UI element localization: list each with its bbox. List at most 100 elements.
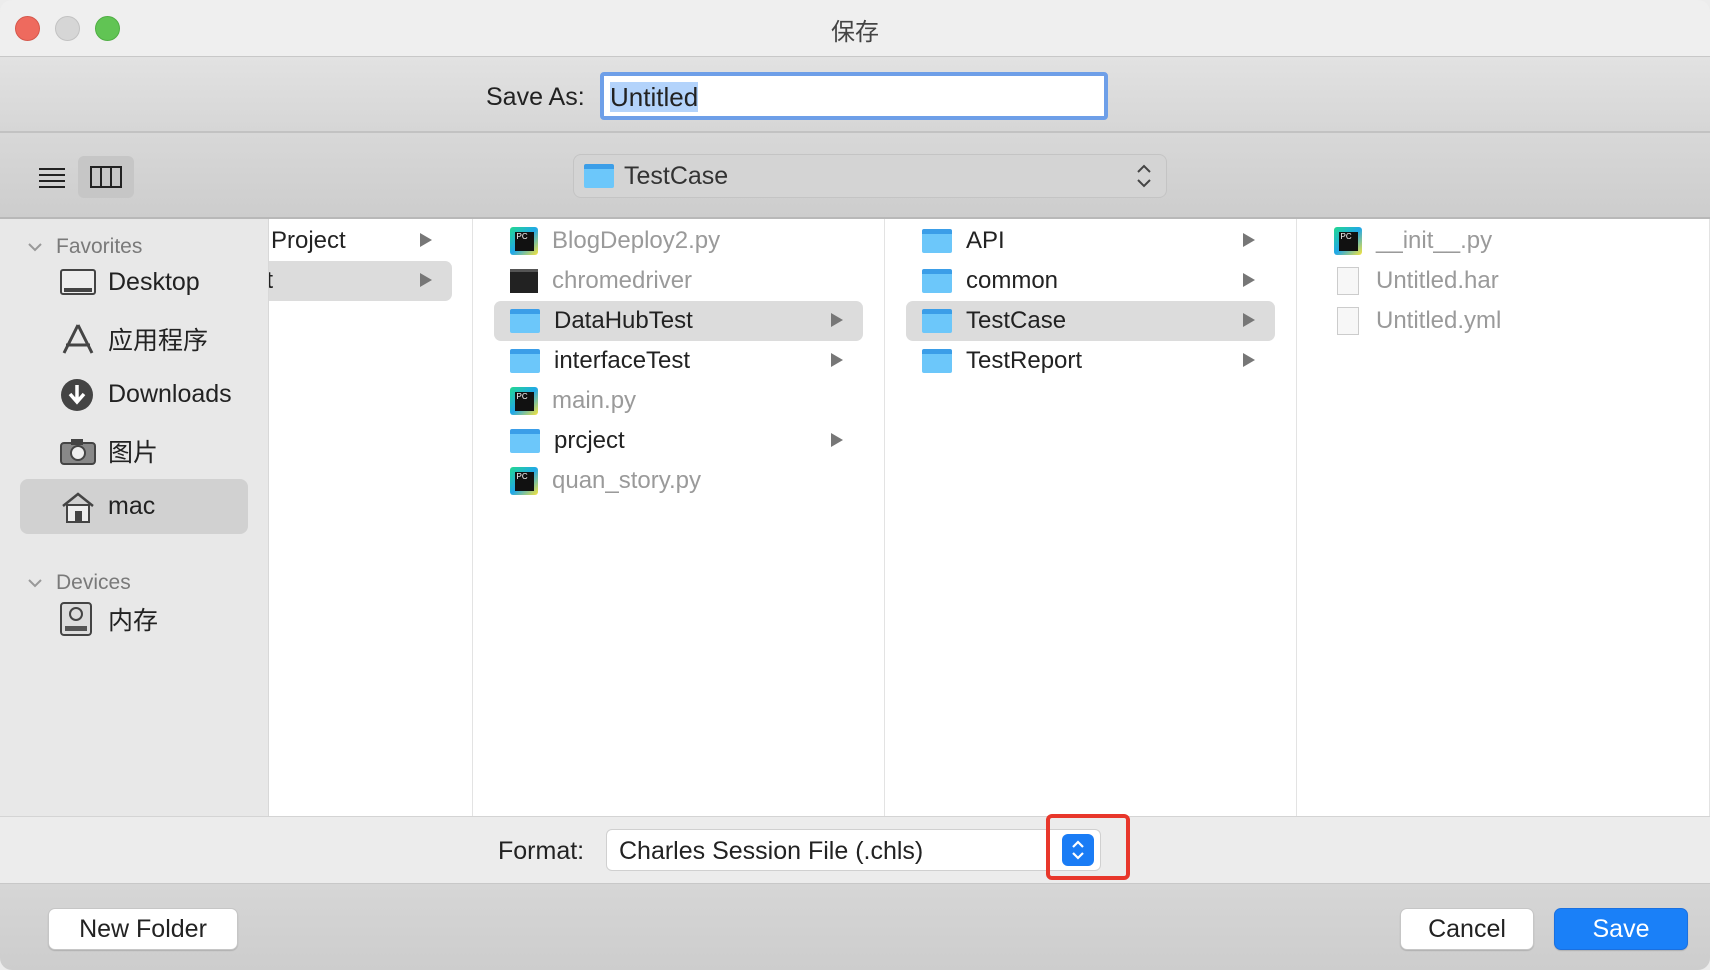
new-folder-button[interactable]: New Folder	[48, 908, 238, 950]
applications-icon	[60, 323, 100, 355]
sidebar-item-label: 图片	[108, 438, 159, 467]
file-name: main.py	[552, 387, 637, 414]
sidebar-item-label: 内存	[108, 606, 159, 635]
file-name: BlogDeploy2.py	[552, 227, 721, 254]
file-row[interactable]: PC BlogDeploy2.py	[494, 221, 863, 261]
pycharm-file-icon: PC	[510, 387, 538, 415]
window-title: 保存	[831, 19, 879, 46]
format-value: Charles Session File (.chls)	[619, 837, 924, 865]
disclosure-arrow-icon	[1243, 273, 1255, 287]
sidebar-item-4[interactable]: mac	[20, 479, 248, 534]
file-row[interactable]: ect	[269, 261, 452, 301]
sidebar-item-3[interactable]: 图片	[20, 423, 248, 478]
folder-icon	[922, 229, 952, 253]
list-view-button[interactable]	[24, 156, 80, 198]
format-select[interactable]: Charles Session File (.chls)	[606, 829, 1101, 871]
file-row[interactable]: PC quan_story.py	[494, 461, 863, 501]
desktop-icon	[60, 268, 100, 297]
list-icon	[39, 168, 65, 188]
file-name: TestReport	[966, 347, 1083, 374]
disclosure-arrow-icon	[1243, 233, 1255, 247]
file-name: Project	[271, 227, 346, 254]
cancel-button[interactable]: Cancel	[1400, 908, 1534, 950]
file-row[interactable]: Untitled.har	[1318, 261, 1688, 301]
disk-icon	[60, 601, 100, 636]
file-name: Untitled.har	[1376, 267, 1499, 294]
folder-icon	[510, 309, 540, 333]
camera-icon	[60, 437, 100, 465]
bottom-bar: New Folder Cancel Save	[0, 884, 1710, 970]
path-popup[interactable]: TestCase	[573, 154, 1167, 198]
folder-icon	[922, 349, 952, 373]
folder-icon	[922, 309, 952, 333]
browser-column-0: Project ect	[269, 219, 473, 816]
sidebar-device-0[interactable]: 内存	[20, 591, 248, 646]
sidebar-item-1[interactable]: 应用程序	[20, 311, 248, 366]
file-row[interactable]: prcject	[494, 421, 863, 461]
downloads-icon	[60, 378, 100, 412]
browser-column-2: API common TestCase TestReport	[885, 219, 1297, 816]
file-name: Untitled.yml	[1376, 307, 1502, 334]
file-name: chromedriver	[552, 267, 693, 294]
document-icon	[1337, 307, 1359, 335]
file-row[interactable]: PC main.py	[494, 381, 863, 421]
document-icon	[1337, 267, 1359, 295]
disclosure-arrow-icon	[831, 353, 843, 367]
file-name: DataHubTest	[554, 307, 693, 334]
disclosure-arrow-icon	[1243, 353, 1255, 367]
pycharm-file-icon: PC	[510, 467, 538, 495]
file-name: interfaceTest	[554, 347, 691, 374]
file-row[interactable]: API	[906, 221, 1275, 261]
save-button[interactable]: Save	[1554, 908, 1688, 950]
format-label: Format:	[498, 837, 585, 865]
file-row[interactable]: Project	[269, 221, 452, 261]
chevron-up-down-icon	[1137, 164, 1151, 188]
toolbar: TestCase	[0, 133, 1710, 219]
home-icon	[60, 491, 100, 523]
highlight-annotation	[1046, 814, 1130, 880]
disclosure-arrow-icon	[1243, 313, 1255, 327]
file-row[interactable]: chromedriver	[494, 261, 863, 301]
disclosure-arrow-icon	[420, 273, 432, 287]
save-as-value: Untitled	[610, 82, 699, 112]
chevron-down-icon	[28, 243, 42, 252]
sidebar-item-label: mac	[108, 492, 156, 520]
path-popup-label: TestCase	[624, 161, 729, 190]
file-row[interactable]: interfaceTest	[494, 341, 863, 381]
file-row[interactable]: TestReport	[906, 341, 1275, 381]
columns-icon	[90, 166, 122, 188]
folder-icon	[510, 349, 540, 373]
file-name: prcject	[554, 427, 625, 454]
title-bar: 保存	[0, 0, 1710, 57]
disclosure-arrow-icon	[420, 233, 432, 247]
browser-column-3: PC __init__.py Untitled.har Untitled.yml	[1297, 219, 1710, 816]
folder-icon	[584, 164, 614, 188]
pycharm-file-icon: PC	[510, 227, 538, 255]
sidebar-item-label: Downloads	[108, 380, 232, 408]
folder-icon	[922, 269, 952, 293]
folder-icon	[510, 429, 540, 453]
file-name: __init__.py	[1376, 227, 1493, 254]
file-row[interactable]: PC __init__.py	[1318, 221, 1688, 261]
save-as-input[interactable]: Untitled	[600, 72, 1108, 120]
file-row[interactable]: TestCase	[906, 301, 1275, 341]
sidebar-item-label: 应用程序	[108, 326, 209, 355]
file-row[interactable]: DataHubTest	[494, 301, 863, 341]
disclosure-arrow-icon	[831, 433, 843, 447]
file-name: ect	[269, 267, 273, 295]
file-name: common	[966, 267, 1059, 294]
file-name: TestCase	[966, 307, 1067, 334]
file-row[interactable]: common	[906, 261, 1275, 301]
save-as-bar: Save As: Untitled	[0, 57, 1710, 133]
save-as-label: Save As:	[486, 83, 585, 111]
column-view-button[interactable]	[78, 156, 134, 198]
file-browser: Favorites Desktop 应用程序 Downloads 图片 mac Device…	[0, 219, 1710, 816]
sidebar-item-0[interactable]: Desktop	[20, 255, 248, 310]
format-bar: Format: Charles Session File (.chls)	[0, 816, 1710, 884]
file-name: quan_story.py	[552, 467, 701, 494]
file-row[interactable]: Untitled.yml	[1318, 301, 1688, 341]
sidebar-item-2[interactable]: Downloads	[20, 367, 248, 422]
file-name: API	[966, 227, 1005, 254]
terminal-exec-icon	[510, 269, 538, 293]
pycharm-file-icon: PC	[1334, 227, 1362, 255]
